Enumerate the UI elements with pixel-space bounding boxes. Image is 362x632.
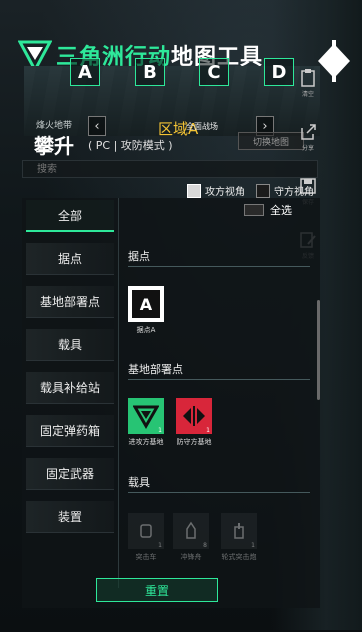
category-label: 载具补给站	[39, 381, 100, 395]
share-tool-button[interactable]: 分享	[296, 122, 320, 152]
marker-count: 1	[158, 542, 162, 549]
category-fixed-weapon[interactable]: 固定武器	[26, 458, 114, 490]
clear-tool-button[interactable]: 清空	[296, 68, 320, 98]
marker-assault-car[interactable]: 1 突击车	[124, 513, 168, 562]
category-label: 全部	[57, 208, 82, 223]
marker-content: 据点 A 据点A 基地部署点 1 进攻方基地 1 防守方基地 载具 1 突击车 …	[118, 198, 314, 588]
attack-view-toggle[interactable]: 攻方视角	[187, 183, 245, 198]
zone-subtitle: 全面战场	[186, 122, 218, 131]
switch-map-button[interactable]: 切换地图	[238, 132, 304, 150]
zone-tab-c[interactable]: C	[199, 58, 229, 86]
category-base-deploy[interactable]: 基地部署点	[26, 286, 114, 318]
share-icon	[301, 124, 316, 140]
marker-count: 1	[251, 542, 255, 549]
marker-name: 轮式突击炮	[221, 553, 257, 561]
stronghold-badge: A	[128, 286, 164, 322]
marker-count: 1	[158, 427, 162, 434]
tank-icon	[234, 523, 244, 539]
chevron-left-icon: ‹	[94, 118, 100, 134]
marker-name: 突击车	[135, 553, 157, 561]
section-title-stronghold: 据点	[128, 248, 310, 267]
boat-icon	[186, 521, 196, 539]
section-title-base: 基地部署点	[128, 361, 310, 380]
category-label: 载具	[57, 338, 82, 352]
category-label: 装置	[57, 510, 82, 524]
category-ammo-box[interactable]: 固定弹药箱	[26, 415, 114, 447]
marker-defend-base[interactable]: 1 防守方基地	[172, 398, 216, 447]
marker-stronghold-a[interactable]: A 据点A	[124, 286, 168, 335]
attack-view-checkbox[interactable]	[187, 183, 201, 198]
reset-button[interactable]: 重置	[96, 578, 218, 602]
zone-tab-d-label: D	[271, 61, 287, 83]
reset-label: 重置	[144, 583, 169, 598]
marker-name: 进攻方基地	[128, 438, 164, 446]
category-label: 基地部署点	[39, 295, 100, 309]
prev-zone-button[interactable]: ‹	[88, 116, 106, 136]
clipboard-icon	[301, 69, 315, 87]
marker-count: 8	[203, 542, 207, 549]
category-stronghold[interactable]: 据点	[26, 243, 114, 275]
content-scrollbar[interactable]	[317, 300, 320, 400]
marker-count: 1	[206, 427, 210, 434]
zone-tab-c-label: C	[207, 61, 221, 83]
zone-tab-d[interactable]: D	[264, 58, 294, 86]
map-mode: ( PC | 攻防模式 )	[88, 139, 173, 152]
defend-view-checkbox[interactable]	[256, 183, 270, 198]
marker-attack-base[interactable]: 1 进攻方基地	[124, 398, 168, 447]
category-label: 固定弹药箱	[39, 424, 100, 438]
vehicle-badge: 1	[128, 513, 164, 549]
marker-wheeled-gun[interactable]: 1 轮式突击炮	[217, 513, 261, 562]
stronghold-letter: A	[131, 289, 161, 319]
marker-boat[interactable]: 8 冲锋舟	[169, 513, 213, 562]
vehicle-badge: 8	[173, 513, 209, 549]
attack-view-label: 攻方视角	[205, 187, 245, 198]
defend-view-label: 守方视角	[274, 187, 314, 198]
category-device[interactable]: 装置	[26, 501, 114, 533]
zone-tab-b-label: B	[143, 61, 157, 83]
zone-tab-b[interactable]: B	[135, 58, 165, 86]
corner-logo-icon	[318, 40, 350, 82]
defend-base-badge: 1	[176, 398, 212, 434]
section-title-vehicle: 载具	[128, 474, 310, 493]
category-vehicle[interactable]: 载具	[26, 329, 114, 361]
attack-base-icon	[133, 405, 159, 429]
category-list: 全部 据点 基地部署点 载具 载具补给站 固定弹药箱 固定武器 装置	[26, 200, 114, 544]
attack-base-badge: 1	[128, 398, 164, 434]
car-icon	[140, 524, 152, 538]
map-title: 攀升	[34, 134, 74, 158]
share-tool-label: 分享	[301, 145, 314, 152]
marker-name: 据点A	[136, 326, 156, 334]
category-all[interactable]: 全部	[26, 200, 114, 232]
defend-base-icon	[183, 406, 205, 426]
clear-tool-label: 清空	[301, 91, 314, 98]
search-input[interactable]	[22, 160, 318, 178]
marker-name: 冲锋舟	[180, 553, 202, 561]
zone-tab-a-label: A	[78, 61, 92, 83]
switch-map-label: 切换地图	[252, 137, 289, 148]
category-label: 固定武器	[45, 467, 94, 481]
vehicle-badge: 1	[221, 513, 257, 549]
marker-name: 防守方基地	[176, 438, 212, 446]
category-label: 据点	[57, 252, 82, 266]
zone-tab-a[interactable]: A	[70, 58, 100, 86]
defend-view-toggle[interactable]: 守方视角	[256, 183, 314, 198]
category-vehicle-supply[interactable]: 载具补给站	[26, 372, 114, 404]
